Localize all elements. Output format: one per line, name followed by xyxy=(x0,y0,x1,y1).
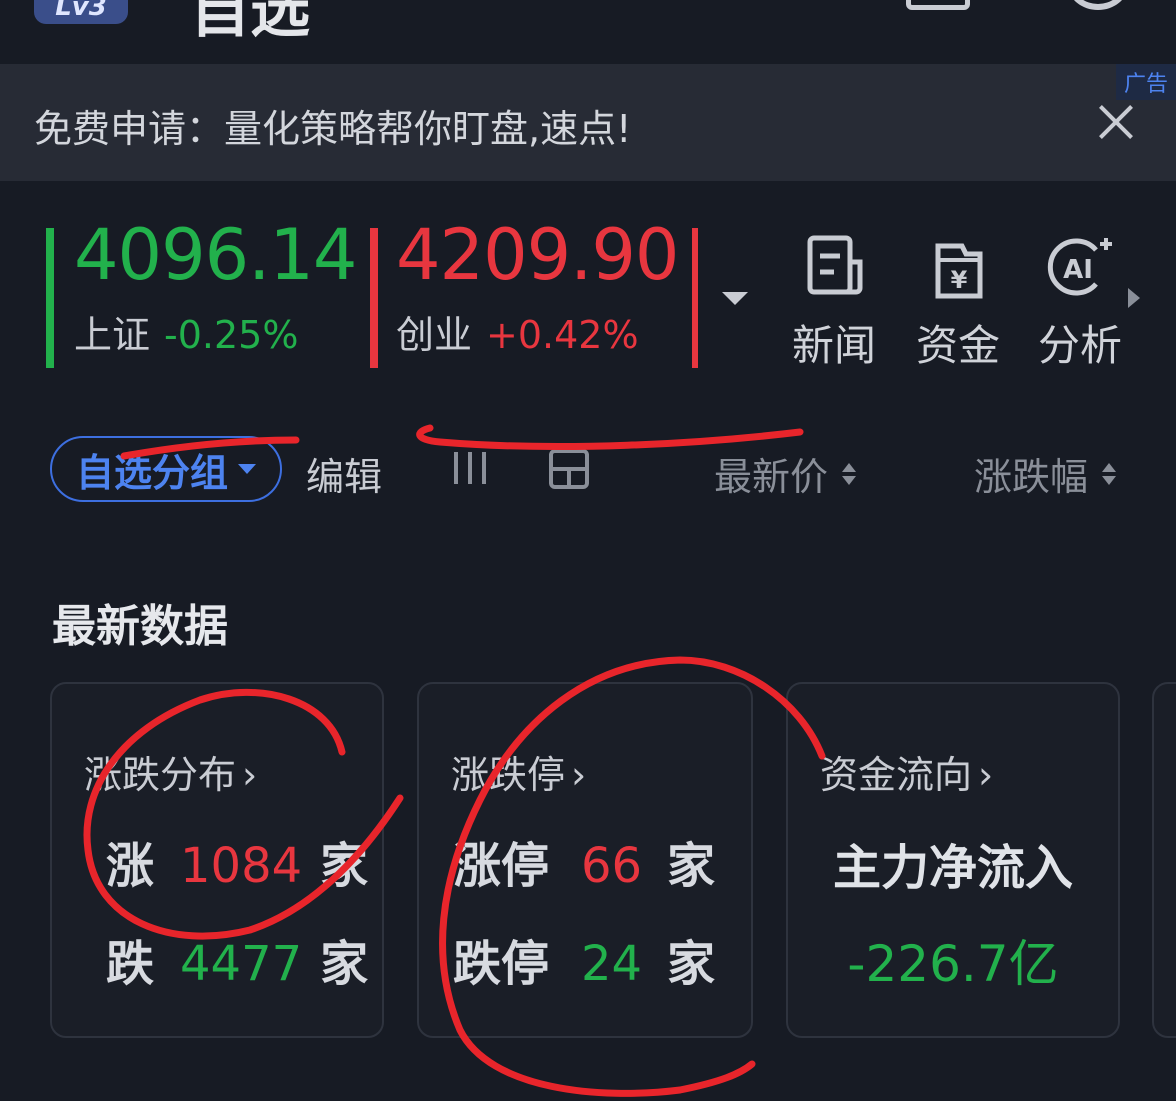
tool-label: 分析 xyxy=(1037,321,1122,370)
edit-button[interactable]: 编辑 xyxy=(306,446,382,501)
index-bar-divider xyxy=(692,228,698,368)
stat-value: 4477 xyxy=(180,936,303,992)
index-change: -0.25% xyxy=(164,313,299,357)
chevron-down-icon xyxy=(238,464,256,474)
top-header: Lv3 自选 xyxy=(0,0,1176,64)
card-title-text: 资金流向 xyxy=(820,753,973,797)
stat-unit: 家 xyxy=(667,838,716,894)
section-title: 最新数据 xyxy=(52,601,228,652)
fund-icon: ¥ xyxy=(935,243,983,299)
card-title: 资金流向 › xyxy=(820,744,993,799)
tool-label: 资金 xyxy=(915,321,1000,370)
card-partial[interactable] xyxy=(1152,682,1176,1038)
sort-change-label: 涨跌幅 xyxy=(974,455,1089,499)
card-title: 涨跌分布 › xyxy=(84,744,257,799)
sort-icon xyxy=(842,462,857,485)
tool-fund[interactable]: ¥ 资金 xyxy=(908,232,1008,373)
ai-icon: AI xyxy=(1047,238,1112,296)
stat-unit: 家 xyxy=(667,936,716,992)
stat-value: 66 xyxy=(581,838,643,894)
card-title-text: 涨跌停 xyxy=(451,753,566,797)
ad-text[interactable]: 免费申请：量化策略帮你盯盘,速点! xyxy=(34,98,631,153)
stat-label: 涨停 xyxy=(453,838,550,894)
svg-text:¥: ¥ xyxy=(951,266,968,294)
index-name: 创业 xyxy=(396,313,473,357)
stat-row-limit-up: 涨停 66 家 xyxy=(453,826,715,896)
sort-change[interactable]: 涨跌幅 xyxy=(974,446,1117,501)
card-limit[interactable]: 涨跌停 › 涨停 66 家 跌停 24 家 xyxy=(417,682,753,1038)
column-view-icon[interactable] xyxy=(450,448,490,488)
search-icon[interactable] xyxy=(1068,0,1128,10)
chevron-right-icon: › xyxy=(978,753,994,797)
stat-label: 跌停 xyxy=(453,936,550,992)
tool-news[interactable]: 新闻 xyxy=(784,232,884,373)
card-title-text: 涨跌分布 xyxy=(84,753,237,797)
index-name: 上证 xyxy=(74,313,151,357)
tool-label: 新闻 xyxy=(791,321,876,370)
stat-unit: 家 xyxy=(320,838,369,894)
index-chinext[interactable]: 4209.90 创业 +0.42% xyxy=(396,214,679,359)
index-bar-chinext xyxy=(370,228,378,368)
sort-icon xyxy=(1102,462,1117,485)
grid-view-icon[interactable] xyxy=(548,448,590,490)
sort-price[interactable]: 最新价 xyxy=(714,446,857,501)
chevron-right-icon[interactable] xyxy=(1128,288,1140,308)
group-selector[interactable]: 自选分组 xyxy=(50,436,282,502)
fund-flow-value: -226.7亿 xyxy=(847,935,1059,993)
index-shanghai[interactable]: 4096.14 上证 -0.25% xyxy=(74,214,357,359)
stat-row-limit-down: 跌停 24 家 xyxy=(453,924,715,994)
fund-flow-label: 主力净流入 xyxy=(832,840,1073,896)
card-title: 涨跌停 › xyxy=(451,744,586,799)
level-badge: Lv3 xyxy=(34,0,128,24)
tool-analysis[interactable]: AI 分析 xyxy=(1030,232,1130,373)
sort-price-label: 最新价 xyxy=(714,455,829,499)
stat-value: 1084 xyxy=(180,838,303,894)
stat-unit: 家 xyxy=(320,936,369,992)
chevron-right-icon: › xyxy=(242,753,258,797)
chevron-down-icon[interactable] xyxy=(722,292,748,305)
index-value: 4209.90 xyxy=(396,214,679,296)
card-distribution[interactable]: 涨跌分布 › 涨 1084 家 跌 4477 家 xyxy=(50,682,384,1038)
stat-row-up: 涨 1084 家 xyxy=(106,826,368,896)
message-icon[interactable] xyxy=(906,0,970,10)
index-change: +0.42% xyxy=(486,313,639,357)
index-value: 4096.14 xyxy=(74,214,357,296)
close-icon[interactable] xyxy=(1096,102,1136,142)
stat-value: 24 xyxy=(581,936,643,992)
stat-row-down: 跌 4477 家 xyxy=(106,924,368,994)
stat-label: 涨 xyxy=(106,838,155,894)
chevron-right-icon: › xyxy=(571,753,587,797)
group-label: 自选分组 xyxy=(75,450,228,495)
ad-tag: 广告 xyxy=(1115,64,1176,100)
index-bar-shanghai xyxy=(46,228,54,368)
stat-label: 跌 xyxy=(106,936,155,992)
news-icon xyxy=(807,235,863,295)
card-fund-flow[interactable]: 资金流向 › 主力净流入 -226.7亿 xyxy=(786,682,1120,1038)
page-title: 自选 xyxy=(190,0,310,46)
svg-text:AI: AI xyxy=(1063,255,1093,285)
